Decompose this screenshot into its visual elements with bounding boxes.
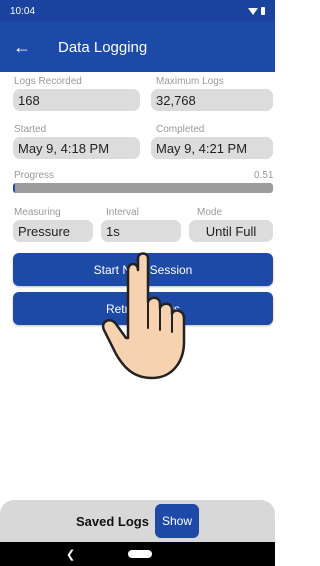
show-saved-logs-button[interactable]: Show [154,504,199,538]
measuring-field[interactable]: Pressure [13,220,93,242]
saved-logs-bar: Saved Logs Show [0,500,275,542]
started-label: Started [14,124,47,135]
nav-home-pill[interactable] [128,550,152,558]
back-button[interactable]: ← [0,22,44,72]
progress-bar [13,183,273,193]
system-nav-bar: ❮ [0,542,275,566]
measuring-label: Measuring [14,207,61,218]
started-field: May 9, 4:18 PM [13,137,140,159]
logs-recorded-field: 168 [13,89,140,111]
progress-label: Progress [14,170,55,181]
progress-fill [13,183,15,193]
saved-logs-label: Saved Logs [76,513,149,529]
app-bar: ← Data Logging [0,22,275,72]
page-title: Data Logging [58,38,148,56]
completed-label: Completed [156,124,205,135]
progress-value: 0.51 [254,170,274,181]
logs-recorded-label: Logs Recorded [14,76,82,87]
status-icons [248,7,265,15]
mode-label: Mode [197,207,223,218]
interval-field[interactable]: 1s [101,220,181,242]
status-bar: 10:04 [0,0,275,22]
mode-field[interactable]: Until Full [189,220,273,242]
start-new-session-button[interactable]: Start New Session [13,253,273,286]
maximum-logs-field: 32,768 [151,89,273,111]
interval-label: Interval [106,207,139,218]
maximum-logs-label: Maximum Logs [156,76,224,87]
completed-field: May 9, 4:21 PM [151,137,273,159]
wifi-icon [248,7,258,15]
retrieve-logs-button[interactable]: Retrieve Logs [13,292,273,325]
status-time: 10:04 [10,5,36,17]
battery-icon [261,7,265,15]
arrow-left-icon: ← [13,36,31,57]
nav-back-icon[interactable]: ❮ [66,548,75,561]
